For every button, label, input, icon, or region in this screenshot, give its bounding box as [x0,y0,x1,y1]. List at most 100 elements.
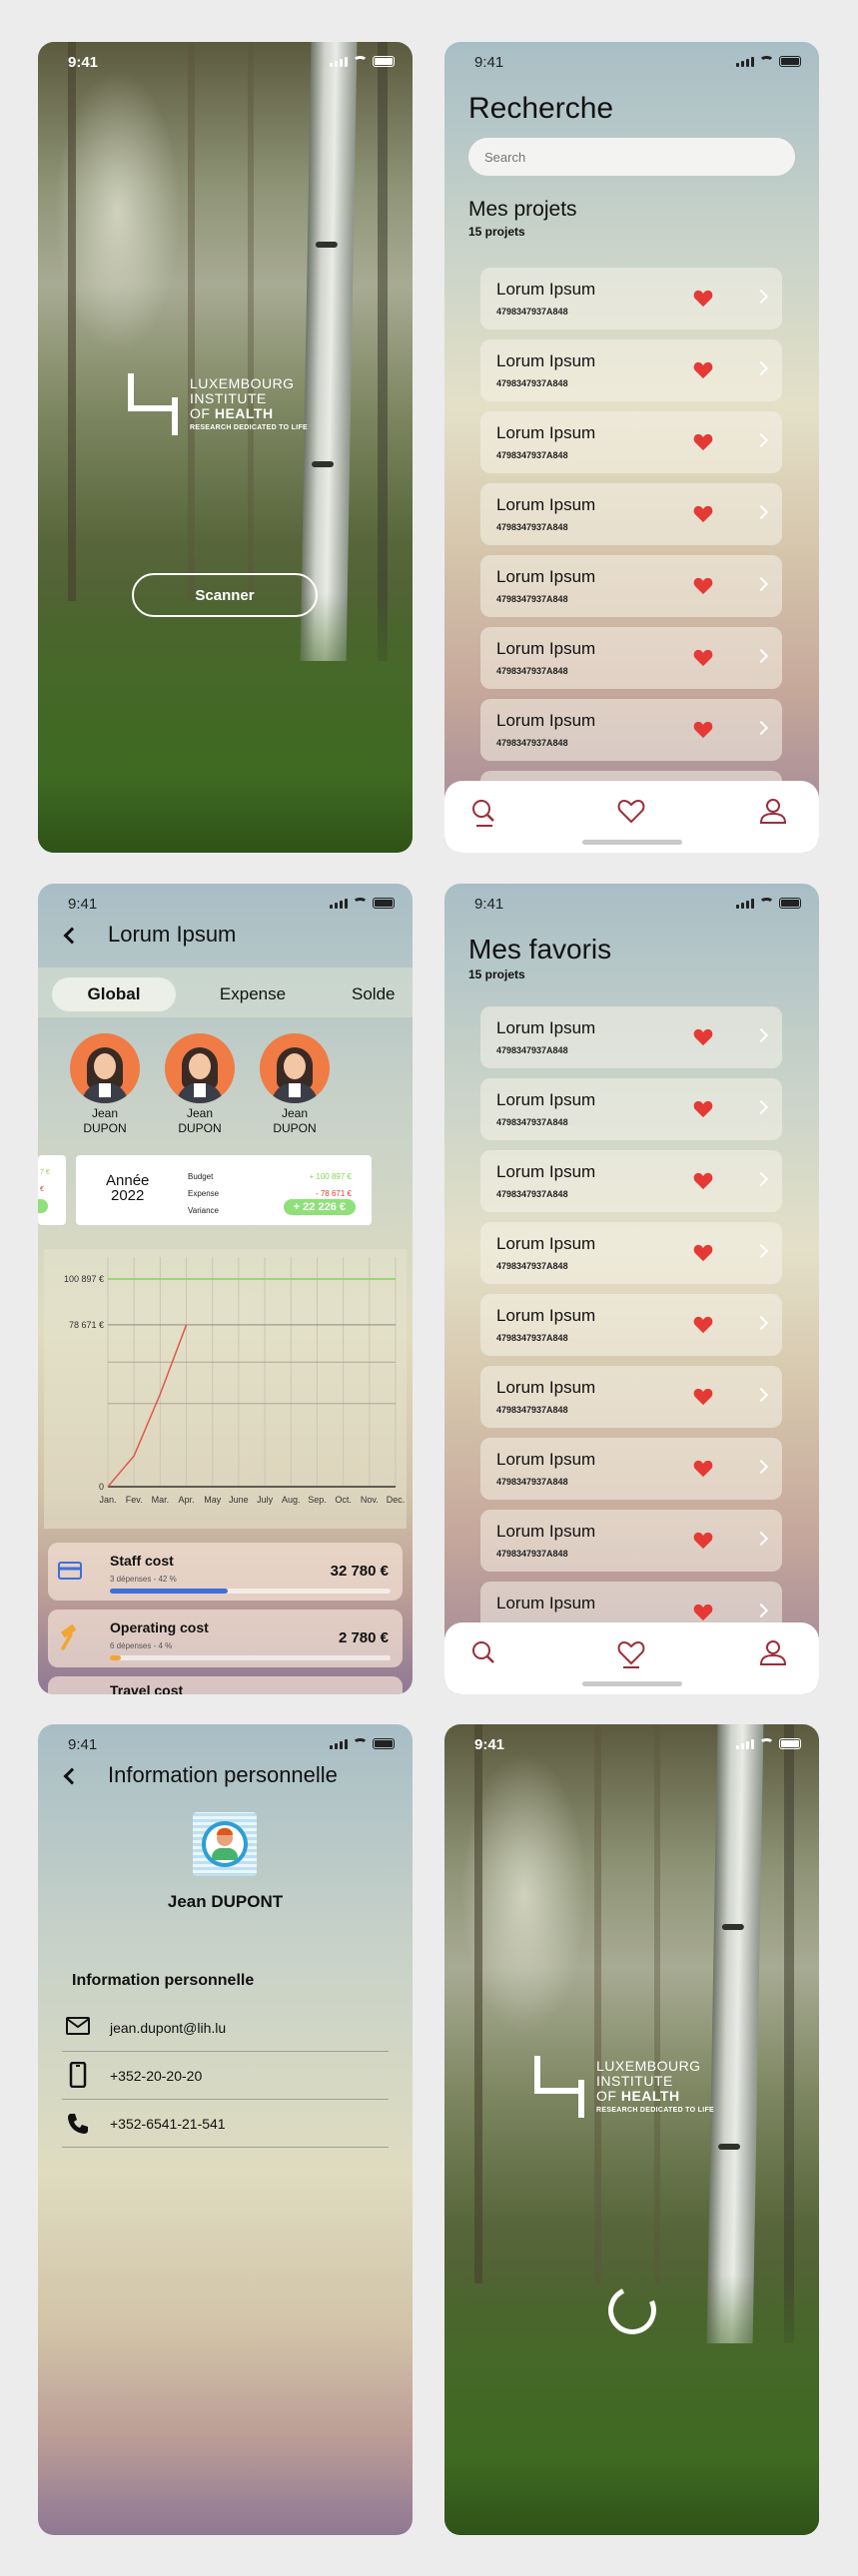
list-item[interactable]: Lorum Ipsum 4798347937A848 [480,555,782,617]
person-first-name: Jean [281,1106,309,1120]
email-row[interactable]: jean.dupont@lih.lu [62,2004,389,2052]
phone-row[interactable]: +352-6541-21-541 [62,2100,389,2148]
tab-strip: Global Expense Solde [38,967,413,1017]
user-name: Jean DUPONT [167,1892,284,1911]
list-item[interactable]: Lorum Ipsum 4798347937A848 [480,1150,782,1212]
project-count: 15 projets [468,225,525,239]
previous-summary-card[interactable]: 7 € € [38,1155,66,1225]
list-item[interactable]: Lorum Ipsum 4798347937A848 [480,627,782,689]
list-item[interactable]: Lorum Ipsum 4798347937A848 [480,1294,782,1356]
list-item[interactable]: Lorum Ipsum 4798347937A848 [480,483,782,545]
chevron-right-icon [753,432,769,448]
page-title: Recherche [468,92,614,125]
signal-icon [736,56,754,67]
heart-icon[interactable] [693,1172,713,1190]
avatar [165,1033,235,1103]
home-indicator [582,840,682,845]
cost-card-travel[interactable]: Travel cost [48,1676,403,1694]
heart-icon[interactable] [693,721,713,739]
heart-icon[interactable] [693,1100,713,1118]
chart-series-line [107,1324,188,1488]
user-icon[interactable] [756,1636,790,1670]
list-item[interactable]: Lorum Ipsum 4798347937A848 [480,1006,782,1068]
chevron-right-icon [753,1531,769,1547]
person-avatar[interactable]: Jean DUPON [165,1033,235,1136]
hammer-icon [61,1624,77,1650]
cost-card-operating[interactable]: Operating cost 6 dépenses - 4 % 2 780 € [48,1610,403,1667]
person-avatar[interactable]: Jean DUPON [260,1033,330,1136]
chart-y-tick-label: 0 [99,1482,104,1492]
list-item[interactable]: Lorum Ipsum 4798347937A848 [480,699,782,761]
chart-y-tick-label: 78 671 € [69,1320,104,1330]
back-icon[interactable] [63,1767,81,1785]
person-last-name: DUPON [273,1121,317,1135]
tab-bar [444,1622,819,1694]
signal-icon [330,1738,348,1749]
person-last-name: DUPON [83,1121,127,1135]
chevron-right-icon [753,1171,769,1187]
status-time: 9:41 [474,54,504,71]
heart-icon[interactable] [693,1388,713,1406]
mobile-row[interactable]: +352-20-20-20 [62,2052,389,2100]
project-screen: 9:41 Lorum Ipsum Global Expense Solde Je… [38,884,413,1694]
list-item[interactable]: Lorum Ipsum 4798347937A848 [480,1078,782,1140]
heart-icon[interactable] [693,433,713,451]
person-avatar[interactable]: Jean DUPON [70,1033,140,1136]
heart-icon[interactable] [693,1604,713,1621]
tab-global[interactable]: Global [52,977,176,1011]
heart-icon[interactable] [693,1028,713,1046]
heart-icon[interactable] [693,1316,713,1334]
heart-icon[interactable] [693,361,713,379]
chart-x-tick-label: Oct. [335,1495,352,1505]
heart-icon[interactable] [693,1244,713,1262]
list-item[interactable]: Lorum Ipsum 4798347937A848 [480,1366,782,1428]
list-item[interactable]: Lorum Ipsum 4798347937A848 [480,1510,782,1572]
list-item[interactable]: Lorum Ipsum 4798347937A848 [480,1222,782,1284]
list-item[interactable]: Lorum Ipsum 4798347937A848 [480,268,782,329]
battery-icon [373,898,395,909]
list-item[interactable]: Lorum Ipsum 4798347937A848 [480,411,782,473]
summary-labels: Budget Expense Variance [188,1172,220,1215]
heart-icon[interactable] [693,290,713,308]
search-input[interactable] [468,138,795,176]
chevron-right-icon [753,720,769,736]
cost-progress-fill [110,1589,229,1594]
heart-icon[interactable] [693,1460,713,1478]
chart-x-tick-label: Jan. [99,1495,116,1505]
cost-card-staff[interactable]: Staff cost 3 dépenses - 42 % 32 780 € [48,1543,403,1601]
chart-x-tick-label: Nov. [361,1495,379,1505]
heart-icon[interactable] [693,505,713,523]
cost-progress-track [110,1589,391,1594]
signal-icon [736,1738,754,1749]
scan-button[interactable]: Scanner [132,573,318,617]
wifi-icon [353,56,368,67]
chevron-right-icon [753,1315,769,1331]
heart-icon[interactable] [614,795,648,829]
section-title: Information personnelle [72,1972,255,1989]
back-icon[interactable] [63,927,81,945]
person-first-name: Jean [186,1106,214,1120]
battery-icon [779,1738,801,1749]
heart-icon[interactable] [693,577,713,595]
list-item[interactable]: Lorum Ipsum 4798347937A848 [480,339,782,401]
status-bar: 9:41 [38,884,413,924]
cost-amount: 2 780 € [338,1629,389,1646]
heart-icon[interactable] [693,1532,713,1550]
mobile-icon [69,2062,87,2088]
year-summary-card[interactable]: Année 2022 Budget Expense Variance + 100 … [76,1155,372,1225]
tab-expense[interactable]: Expense [198,977,308,1011]
expense-line-chart: Jan. Fev. Mar. Apr. May June July Aug. Sep. Oct. N… [64,1257,405,1505]
status-bar: 9:41 [444,42,819,82]
status-bar: 9:41 [38,42,413,82]
search-icon[interactable] [466,795,500,829]
favorite-list: Lorum Ipsum 4798347937A848 Lorum Ipsum 479… [480,1006,782,1653]
year-label: Année 2022 [106,1172,150,1204]
heart-icon[interactable] [693,649,713,667]
search-icon[interactable] [466,1636,500,1670]
avatar [260,1033,330,1103]
user-icon[interactable] [756,795,790,829]
tab-solde[interactable]: Solde [352,977,413,1011]
heart-icon[interactable] [614,1636,648,1670]
chart-x-tick-label: July [257,1495,274,1505]
list-item[interactable]: Lorum Ipsum 4798347937A848 [480,1438,782,1500]
